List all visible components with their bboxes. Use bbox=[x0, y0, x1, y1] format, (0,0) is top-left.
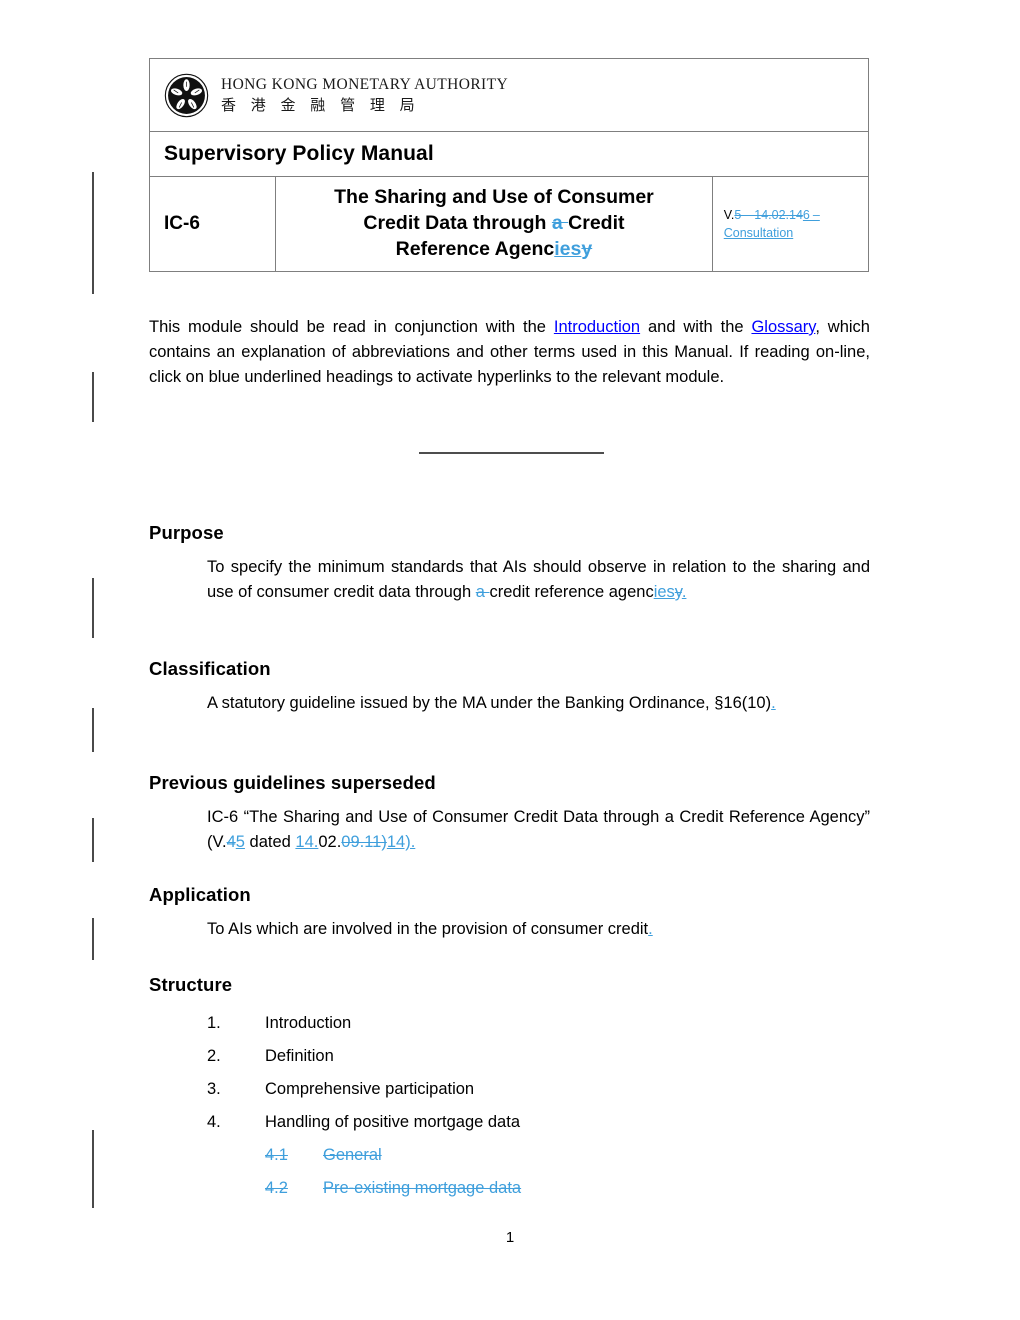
purpose-inserted-ies: ies bbox=[653, 583, 675, 601]
version-cell: V.5 – 14.02.146 – Consultation bbox=[711, 176, 870, 272]
classification-body: A statutory guideline issued by the MA u… bbox=[149, 691, 870, 716]
change-bar bbox=[92, 708, 94, 752]
version-deleted: 5 – 14.02.14 bbox=[734, 207, 803, 222]
module-title: The Sharing and Use of Consumer Credit D… bbox=[288, 185, 700, 262]
glossary-link[interactable]: Glossary bbox=[751, 318, 815, 336]
structure-item-number: 4. bbox=[207, 1113, 221, 1131]
change-bar bbox=[92, 578, 94, 638]
introduction-link[interactable]: Introduction bbox=[554, 318, 640, 336]
manual-title-row: Supervisory Policy Manual bbox=[149, 131, 869, 177]
section-application: Application To AIs which are involved in… bbox=[149, 884, 870, 942]
structure-item-number: 1. bbox=[207, 1014, 221, 1032]
purpose-mid: credit reference agenc bbox=[489, 583, 654, 601]
module-title-deleted-y: y bbox=[581, 237, 593, 260]
structure-item-number: 3. bbox=[207, 1080, 221, 1098]
structure-subitem-label: General bbox=[323, 1146, 382, 1164]
section-structure: Structure 1. Introduction 2. Definition … bbox=[149, 974, 870, 1205]
structure-item-label: Handling of positive mortgage data bbox=[265, 1113, 520, 1131]
module-title-row: IC-6 The Sharing and Use of Consumer Cre… bbox=[148, 176, 870, 272]
hkma-bauhinia-logo-icon bbox=[164, 73, 209, 117]
list-item: 2. Definition bbox=[207, 1040, 870, 1073]
application-inserted-period: . bbox=[648, 920, 653, 938]
logo-text-chinese: 香 港 金 融 管 理 局 bbox=[221, 96, 420, 115]
module-title-cell: The Sharing and Use of Consumer Credit D… bbox=[275, 176, 713, 272]
section-classification: Classification A statutory guideline iss… bbox=[149, 658, 870, 716]
module-code-cell: IC-6 bbox=[148, 176, 277, 272]
previous-date-month: 02. bbox=[318, 833, 342, 851]
version-prefix: V. bbox=[723, 207, 735, 222]
structure-item-label: Definition bbox=[265, 1047, 334, 1065]
previous-date-inserted-day: 14. bbox=[295, 833, 319, 851]
change-bar bbox=[92, 172, 94, 294]
module-title-line2-post: Credit bbox=[568, 212, 625, 235]
structure-subitem-number: 4.2 bbox=[265, 1179, 288, 1197]
logo-text-english: HONG KONG MONETARY AUTHORITY bbox=[221, 75, 509, 93]
manual-title: Supervisory Policy Manual bbox=[164, 142, 434, 165]
logo-cell: HONG KONG MONETARY AUTHORITY 香 港 金 融 管 理… bbox=[149, 58, 869, 132]
intro-paragraph: This module should be read in conjunctio… bbox=[149, 315, 870, 390]
structure-heading: Structure bbox=[149, 974, 233, 995]
structure-item-label: Introduction bbox=[265, 1014, 352, 1032]
classification-inserted-period: . bbox=[771, 694, 776, 712]
module-title-line3-pre: Reference Agenc bbox=[395, 237, 555, 260]
structure-item-number: 2. bbox=[207, 1047, 221, 1065]
intro-part1: This module should be read in conjunctio… bbox=[149, 318, 554, 336]
previous-version-deleted: 4 bbox=[226, 833, 236, 851]
purpose-deleted-article: a bbox=[475, 583, 490, 601]
intro-part2: and with the bbox=[640, 318, 752, 336]
application-text: To AIs which are involved in the provisi… bbox=[207, 920, 649, 938]
previous-version-inserted: 5 bbox=[235, 833, 245, 851]
manual-title-cell: Supervisory Policy Manual bbox=[149, 131, 869, 177]
list-item: 4.2 Pre-existing mortgage data bbox=[207, 1172, 870, 1205]
classification-text: A statutory guideline issued by the MA u… bbox=[207, 694, 772, 712]
application-heading: Application bbox=[149, 884, 251, 905]
list-item: 3. Comprehensive participation bbox=[207, 1073, 870, 1106]
purpose-deleted-y: y bbox=[674, 583, 682, 601]
structure-subitem-label: Pre-existing mortgage data bbox=[323, 1179, 522, 1197]
structure-list: 1. Introduction 2. Definition 3. Compreh… bbox=[149, 1007, 870, 1205]
module-title-inserted-ies: ies bbox=[554, 237, 582, 260]
previous-date-inserted-year: 14). bbox=[386, 833, 416, 851]
structure-item-label: Comprehensive participation bbox=[265, 1080, 475, 1098]
change-bar bbox=[92, 1130, 94, 1208]
application-body: To AIs which are involved in the provisi… bbox=[149, 917, 870, 942]
version-text: V.5 – 14.02.146 – Consultation bbox=[724, 206, 859, 242]
document-page: HONG KONG MONETARY AUTHORITY 香 港 金 融 管 理… bbox=[0, 0, 1020, 1320]
list-item: 4.1 General bbox=[207, 1139, 870, 1172]
document-header-table: HONG KONG MONETARY AUTHORITY 香 港 金 融 管 理… bbox=[148, 58, 870, 272]
classification-heading: Classification bbox=[149, 658, 271, 679]
previous-mid: dated bbox=[244, 833, 296, 851]
logo-row: HONG KONG MONETARY AUTHORITY 香 港 金 融 管 理… bbox=[149, 58, 869, 132]
purpose-body: To specify the minimum standards that AI… bbox=[149, 555, 870, 605]
previous-guidelines-heading: Previous guidelines superseded bbox=[149, 772, 436, 793]
horizontal-separator bbox=[419, 452, 604, 454]
module-code: IC-6 bbox=[164, 213, 200, 234]
change-bar bbox=[92, 818, 94, 862]
module-title-line1: The Sharing and Use of Consumer bbox=[334, 186, 654, 209]
purpose-inserted-period: . bbox=[681, 583, 687, 601]
list-item: 4. Handling of positive mortgage data bbox=[207, 1106, 870, 1139]
module-title-line2-pre: Credit Data through bbox=[363, 212, 552, 235]
previous-date-deleted: 09.11) bbox=[341, 833, 387, 851]
structure-subitem-number: 4.1 bbox=[265, 1146, 288, 1164]
page-number: 1 bbox=[505, 1229, 515, 1246]
change-bar bbox=[92, 372, 94, 422]
section-previous-guidelines: Previous guidelines superseded IC-6 “The… bbox=[149, 772, 870, 855]
change-bar bbox=[92, 918, 94, 960]
previous-guidelines-body: IC-6 “The Sharing and Use of Consumer Cr… bbox=[149, 805, 870, 855]
list-item: 1. Introduction bbox=[207, 1007, 870, 1040]
section-purpose: Purpose To specify the minimum standards… bbox=[149, 522, 870, 605]
module-title-deleted-article: a bbox=[551, 212, 569, 235]
purpose-heading: Purpose bbox=[149, 522, 224, 543]
